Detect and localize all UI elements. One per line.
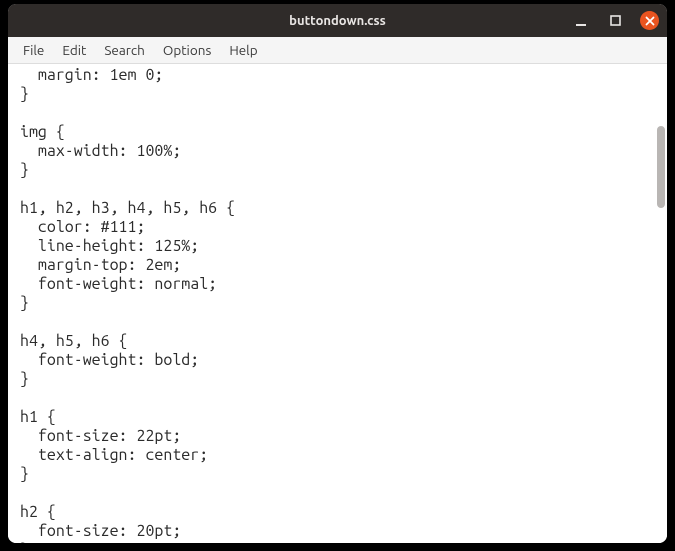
editor-window: buttondown.css File Edit Search [8, 4, 667, 543]
maximize-icon [610, 15, 621, 26]
scrollbar-thumb[interactable] [657, 126, 665, 208]
menu-edit[interactable]: Edit [53, 39, 95, 61]
close-button[interactable] [640, 11, 659, 30]
menu-search[interactable]: Search [95, 39, 154, 61]
menu-help[interactable]: Help [220, 39, 266, 61]
menu-file[interactable]: File [14, 39, 53, 61]
menubar: File Edit Search Options Help [8, 37, 667, 64]
titlebar: buttondown.css [8, 4, 667, 37]
editor-viewport: margin: 1em 0; } img { max-width: 100%; … [8, 64, 667, 543]
window-controls [572, 4, 659, 37]
minimize-button[interactable] [572, 12, 590, 30]
code-editor[interactable]: margin: 1em 0; } img { max-width: 100%; … [8, 64, 667, 543]
window-title: buttondown.css [8, 14, 667, 28]
maximize-button[interactable] [606, 12, 624, 30]
close-icon [645, 16, 655, 26]
minimize-icon [575, 15, 587, 27]
menu-options[interactable]: Options [154, 39, 220, 61]
